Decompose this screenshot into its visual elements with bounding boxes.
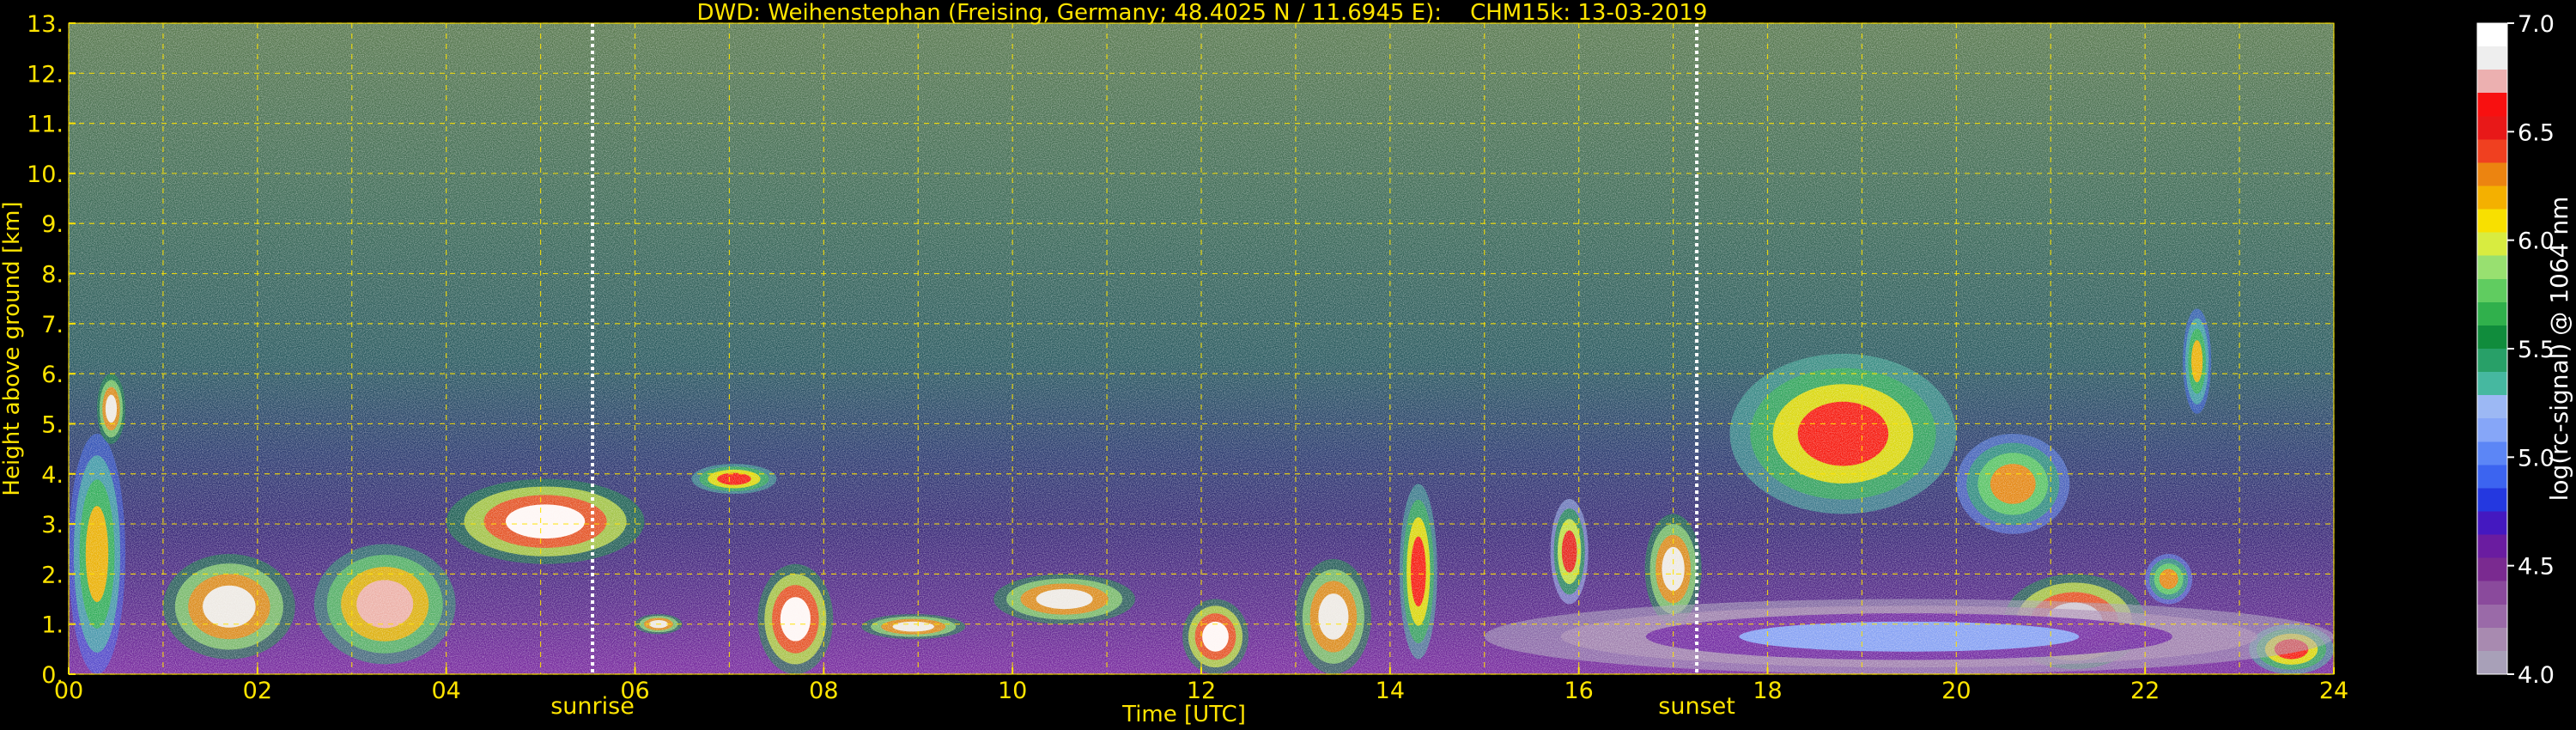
y-tick-labels: 0. 1. 2. 3. 4. 5. 6. 7. 8. 9. 10. 11. 12. 13.: [27, 11, 76, 689]
ceilometer-chart: DWD: Weihenstephan (Freising, Germany; 4…: [0, 0, 2573, 727]
colorbar-tick-label: 7.0: [2518, 11, 2555, 38]
colorbar-tick-label: 6.5: [2518, 119, 2555, 146]
colorbar-label: log(rc-signal) @ 1064 nm: [2545, 197, 2573, 502]
colorbar-scale: [2476, 22, 2508, 675]
y-tick-label: 4.: [41, 462, 64, 489]
x-axis-label: Time [UTC]: [1121, 702, 1246, 727]
y-tick-label: 13.: [27, 11, 64, 38]
y-tick-label: 10.: [27, 161, 64, 188]
x-tick-label: 20: [1941, 678, 1971, 704]
x-tick-label: 04: [431, 678, 460, 704]
chart-title: DWD: Weihenstephan (Freising, Germany; 4…: [697, 0, 1708, 26]
x-tick-label: 02: [243, 678, 272, 704]
x-tick-label: 18: [1753, 678, 1782, 704]
y-tick-label: 2.: [41, 562, 64, 588]
x-tick-label: 24: [2319, 678, 2348, 704]
x-tick-label: 16: [1564, 678, 1593, 704]
y-tick-label: 9.: [41, 211, 64, 238]
sun-label-sunset: sunset: [1658, 693, 1735, 720]
x-tick-label: 14: [1376, 678, 1405, 704]
colorbar: 4.04.55.05.56.06.57.0 log(rc-signal) @ 1…: [2476, 11, 2573, 689]
y-tick-label: 12.: [27, 61, 64, 88]
x-tick-label: 22: [2130, 678, 2160, 704]
y-tick-label: 6.: [41, 362, 64, 388]
y-tick-label: 11.: [27, 112, 64, 138]
y-tick-label: 8.: [41, 262, 64, 289]
y-tick-label: 1.: [41, 612, 64, 639]
colorbar-tick-label: 4.5: [2518, 554, 2555, 581]
plot-area: [68, 22, 2335, 675]
sun-label-sunrise: sunrise: [550, 693, 635, 720]
y-tick-label: 0.: [41, 662, 64, 689]
colorbar-tick-label: 4.0: [2518, 662, 2555, 689]
x-tick-label: 12: [1187, 678, 1216, 704]
x-tick-label: 10: [998, 678, 1027, 704]
y-axis-label: Height above ground [km]: [0, 201, 25, 496]
x-tick-label: 08: [809, 678, 838, 704]
y-tick-label: 3.: [41, 512, 64, 538]
y-tick-label: 5.: [41, 411, 64, 438]
y-tick-label: 7.: [41, 312, 64, 338]
